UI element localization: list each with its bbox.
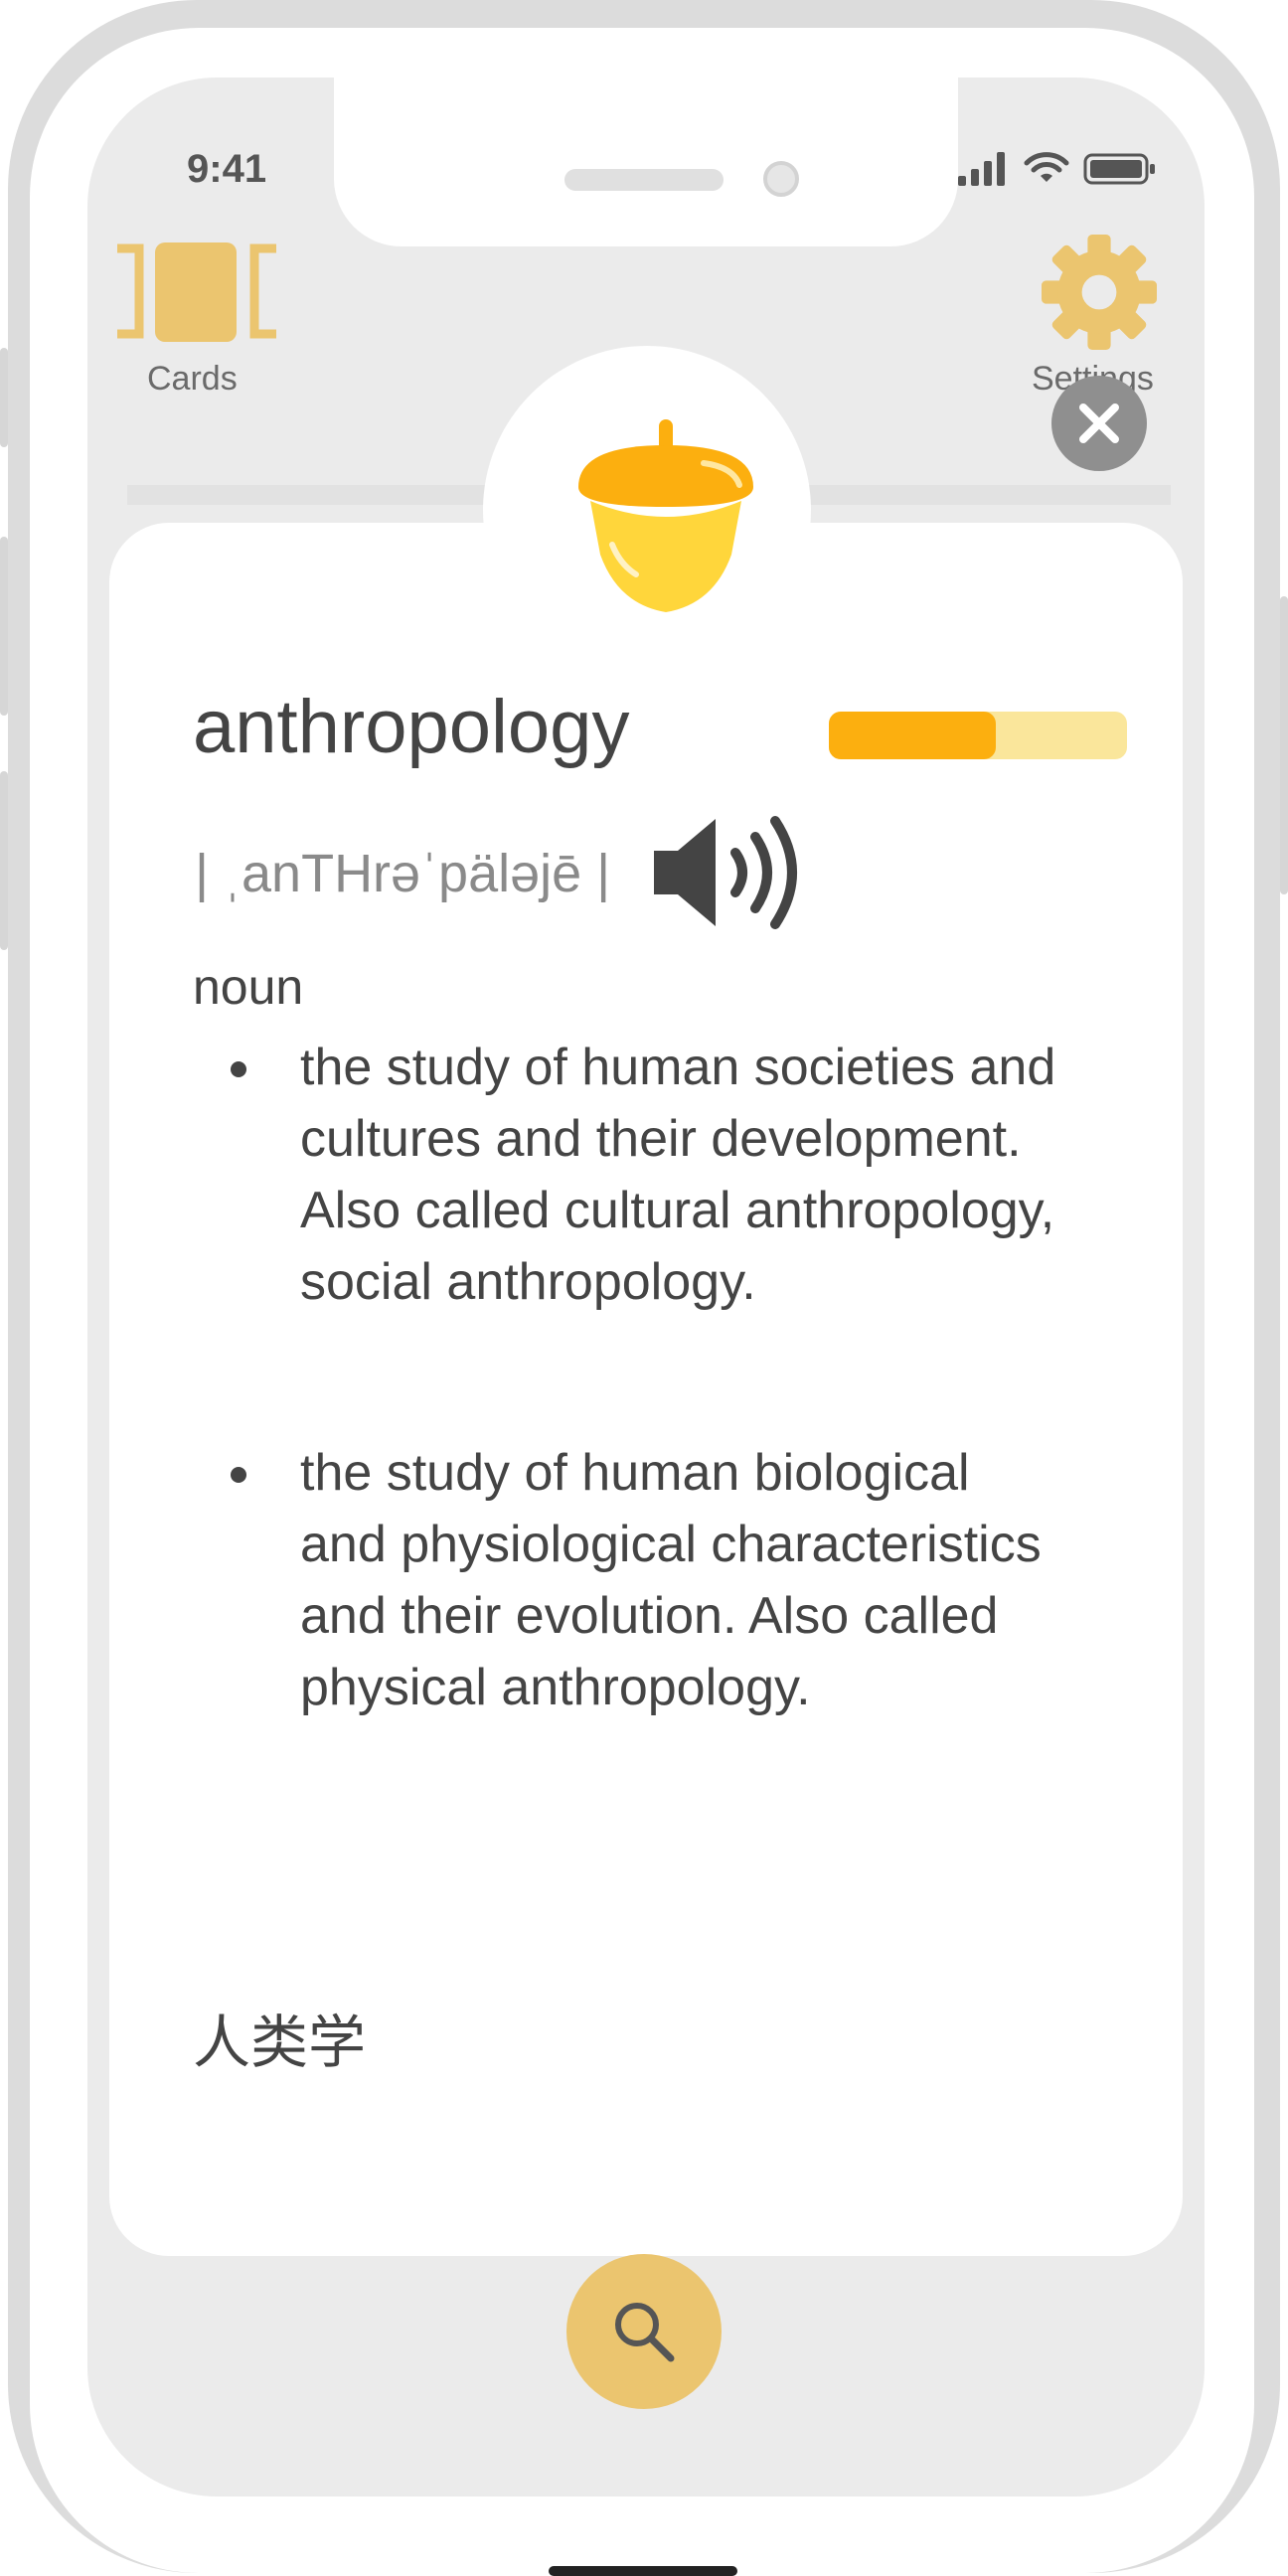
learning-progress-bar	[829, 712, 1127, 759]
cards-icon[interactable]	[117, 242, 276, 342]
side-button-left-3	[0, 771, 8, 950]
word-title: anthropology	[193, 685, 630, 769]
translation: 人类学	[193, 2009, 367, 2076]
signal-icon	[958, 152, 1005, 186]
close-icon	[1079, 403, 1119, 443]
definition-item: the study of human societies and culture…	[193, 1032, 1067, 1318]
definition-text: the study of human societies and culture…	[300, 1039, 1056, 1311]
search-icon	[615, 2303, 675, 2362]
speaker-icon[interactable]	[654, 813, 813, 932]
notch	[334, 78, 958, 246]
cards-label[interactable]: Cards	[147, 360, 238, 399]
status-icons	[958, 149, 1157, 189]
earpiece	[564, 169, 724, 191]
bullet	[231, 1467, 246, 1483]
bullet	[231, 1061, 246, 1077]
part-of-speech: noun	[193, 959, 304, 1015]
definition-text: the study of human biological and physio…	[300, 1444, 1042, 1716]
definition-item: the study of human biological and physio…	[193, 1437, 1067, 1723]
definition-list: the study of human societies and culture…	[193, 1032, 1067, 1843]
front-camera	[763, 161, 799, 197]
battery-icon	[1083, 153, 1155, 185]
side-button-left-1	[0, 348, 8, 447]
home-indicator	[549, 2566, 737, 2576]
side-button-right	[1280, 596, 1288, 894]
status-time: 9:41	[187, 147, 267, 191]
side-button-left-2	[0, 537, 8, 716]
close-button[interactable]	[1051, 376, 1147, 471]
wifi-icon	[1024, 152, 1069, 182]
search-button[interactable]	[566, 2254, 722, 2409]
acorn-icon	[578, 419, 753, 612]
screen: 9:41 Cards anthropology | ˌanTHrəˈpäləjē…	[87, 78, 1205, 2496]
gear-icon[interactable]	[1042, 235, 1157, 350]
learning-progress-fill	[829, 712, 996, 759]
pronunciation: | ˌanTHrəˈpäləjē |	[195, 844, 611, 903]
